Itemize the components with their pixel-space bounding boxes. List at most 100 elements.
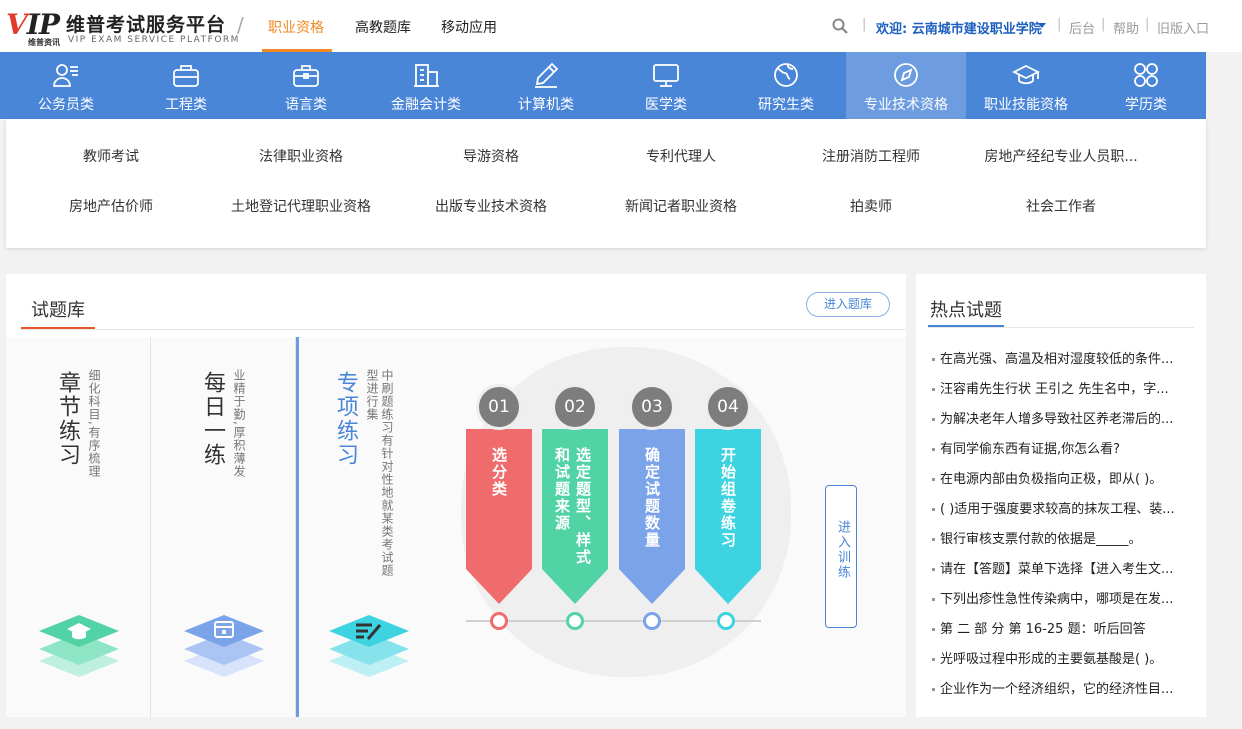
category-vocational-skill[interactable]: 职业技能资格 <box>966 52 1086 119</box>
link-old-version[interactable]: 旧版入口 <box>1157 18 1209 37</box>
category-education[interactable]: 学历类 <box>1086 52 1206 119</box>
subcategory-link[interactable]: 教师考试 <box>83 146 139 166</box>
compass-icon <box>894 63 918 87</box>
subcategory-panel: 教师考试 法律职业资格 导游资格 专利代理人 注册消防工程师 房地产经纪专业人员… <box>6 119 1206 248</box>
hot-question-item[interactable]: 汪容甫先生行状 王引之 先生名中，字... <box>932 378 1192 397</box>
hot-question-item[interactable]: 有同学偷东西有证据,你怎么看? <box>932 438 1192 457</box>
step-number: 02 <box>552 384 598 430</box>
separator: | <box>862 17 867 32</box>
mode-chapter-practice[interactable]: 章节练习 细化科目,有序梳理 <box>6 337 151 717</box>
logo-en: VIP EXAM SERVICE PLATFORM <box>68 35 240 45</box>
category-label: 语言类 <box>285 97 327 113</box>
hot-question-item[interactable]: 光呼吸过程中形成的主要氨基酸是( )。 <box>932 648 1192 667</box>
step-number: 01 <box>476 384 522 430</box>
graduation-cap-icon <box>1012 64 1040 85</box>
hot-question-item[interactable]: ( )适用于强度要求较高的抹灰工程、装... <box>932 498 1192 517</box>
section-title: 试题库 <box>31 300 85 321</box>
category-label: 学历类 <box>1125 97 1167 113</box>
mode-title: 章节练习 <box>55 371 80 467</box>
nav-vocational[interactable]: 职业资格 <box>268 17 324 37</box>
subcategory-link[interactable]: 新闻记者职业资格 <box>625 196 737 216</box>
vip-logo[interactable]: VIP 维普资讯 维普考试服务平台 VIP EXAM SERVICE PLATF… <box>6 8 238 48</box>
mode-desc: 细化科目,有序梳理 <box>87 369 101 478</box>
subcategory-link[interactable]: 出版专业技术资格 <box>435 196 547 216</box>
hot-question-item[interactable]: 在电源内部由负极指向正极，即从( )。 <box>932 468 1192 487</box>
category-label: 公务员类 <box>38 97 94 113</box>
enter-bank-button[interactable]: 进入题库 <box>806 292 890 317</box>
category-finance[interactable]: 金融会计类 <box>366 52 486 119</box>
hot-question-item[interactable]: 请在【答题】菜单下选择【进入考生文... <box>932 558 1192 577</box>
hot-question-item[interactable]: 下列出疹性急性传染病中，哪项是在发... <box>932 588 1192 607</box>
divider: / <box>237 13 244 37</box>
step-ribbon-1: 选分类 <box>466 429 532 604</box>
category-language[interactable]: 语言类 <box>246 52 366 119</box>
hot-question-item[interactable]: 企业作为一个经济组织，它的经济性目... <box>932 678 1192 697</box>
separator: | <box>1057 17 1062 32</box>
subcategory-link[interactable]: 注册消防工程师 <box>822 146 920 166</box>
step-text: 开始组卷练习 <box>719 447 737 549</box>
subcategory-link[interactable]: 法律职业资格 <box>259 146 343 166</box>
step-ribbon-4: 开始组卷练习 <box>695 429 761 604</box>
step-ribbon-2: 选定题型、样式和试题来源 <box>542 429 608 604</box>
link-backend[interactable]: 后台 <box>1069 18 1095 37</box>
category-label: 研究生类 <box>758 97 814 113</box>
category-label: 金融会计类 <box>391 97 461 113</box>
chevron-down-icon[interactable] <box>1038 23 1046 28</box>
building-icon <box>414 64 439 87</box>
timeline-dot <box>643 612 661 630</box>
category-computer[interactable]: 计算机类 <box>486 52 606 119</box>
hot-question-item[interactable]: 为解决老年人增多导致社区养老滞后的... <box>932 408 1192 427</box>
step-text: 选分类 <box>490 447 508 498</box>
hot-question-item[interactable]: 银行审核支票付款的依据是_____。 <box>932 528 1192 547</box>
graduation-cap-icon <box>39 615 119 677</box>
logo-sub: 维普资讯 <box>28 38 60 47</box>
briefcase-icon <box>293 65 319 87</box>
enter-training-button[interactable]: 进入训练 <box>825 485 857 628</box>
mode-desc: 业精于勤,厚积薄发 <box>232 369 246 478</box>
mode-title: 专项练习 <box>333 371 358 467</box>
search-icon[interactable] <box>832 18 848 34</box>
mode-special-practice[interactable]: 专项练习 中刷题练习有针对性地就某类考试题型进行集 <box>296 337 441 717</box>
category-bar: 公务员类 工程类 语言类 金融会计类 计算机类 医学类 研究生类 专业技术资格 … <box>0 52 1206 119</box>
subcategory-link[interactable]: 房地产经纪专业人员职... <box>984 146 1137 166</box>
subcategory-link[interactable]: 导游资格 <box>463 146 519 166</box>
subcategory-link[interactable]: 社会工作者 <box>1026 196 1096 216</box>
subcategory-link[interactable]: 土地登记代理职业资格 <box>231 196 371 216</box>
category-graduate[interactable]: 研究生类 <box>726 52 846 119</box>
welcome-user[interactable]: 欢迎: 云南城市建设职业学院 <box>876 18 1042 37</box>
nav-mobile[interactable]: 移动应用 <box>441 17 497 37</box>
category-medical[interactable]: 医学类 <box>606 52 726 119</box>
title-underline <box>928 325 1004 327</box>
calendar-icon <box>184 615 264 677</box>
category-label: 职业技能资格 <box>984 97 1068 113</box>
link-help[interactable]: 帮助 <box>1113 18 1139 37</box>
timeline-dot <box>490 612 508 630</box>
timeline-dot <box>566 612 584 630</box>
logo-title: 维普考试服务平台 <box>66 14 227 36</box>
subcategory-link[interactable]: 拍卖师 <box>850 196 892 216</box>
divider <box>928 327 1194 328</box>
category-engineering[interactable]: 工程类 <box>126 52 246 119</box>
category-label: 医学类 <box>645 97 687 113</box>
pencil-icon <box>535 62 559 88</box>
category-label: 专业技术资格 <box>864 97 948 113</box>
hot-question-item[interactable]: 第 二 部 分 第 16-25 题：听后回答 <box>932 618 1192 637</box>
bank-content: 章节练习 细化科目,有序梳理 每日一练 业精于勤,厚积薄发 专项练习 中刷题练习… <box>6 337 906 717</box>
category-professional[interactable]: 专业技术资格 <box>846 52 966 119</box>
monitor-icon <box>653 64 679 87</box>
nav-college[interactable]: 高教题库 <box>355 17 411 37</box>
step-number: 03 <box>629 384 675 430</box>
separator: | <box>1145 17 1150 32</box>
enter-training-label: 进入训练 <box>835 520 850 580</box>
hot-questions-panel: 热点试题 在高光强、高温及相对湿度较低的条件... 汪容甫先生行状 王引之 先生… <box>916 274 1206 717</box>
section-title: 热点试题 <box>930 300 1002 321</box>
top-header: VIP 维普资讯 维普考试服务平台 VIP EXAM SERVICE PLATF… <box>0 0 1242 52</box>
timeline-dot <box>717 612 735 630</box>
subcategory-link[interactable]: 专利代理人 <box>646 146 716 166</box>
hot-question-item[interactable]: 在高光强、高温及相对湿度较低的条件... <box>932 348 1192 367</box>
subcategory-link[interactable]: 房地产估价师 <box>69 196 153 216</box>
person-list-icon <box>53 64 78 87</box>
step-number: 04 <box>705 384 751 430</box>
category-civil-servant[interactable]: 公务员类 <box>6 52 126 119</box>
mode-daily-practice[interactable]: 每日一练 业精于勤,厚积薄发 <box>151 337 296 717</box>
